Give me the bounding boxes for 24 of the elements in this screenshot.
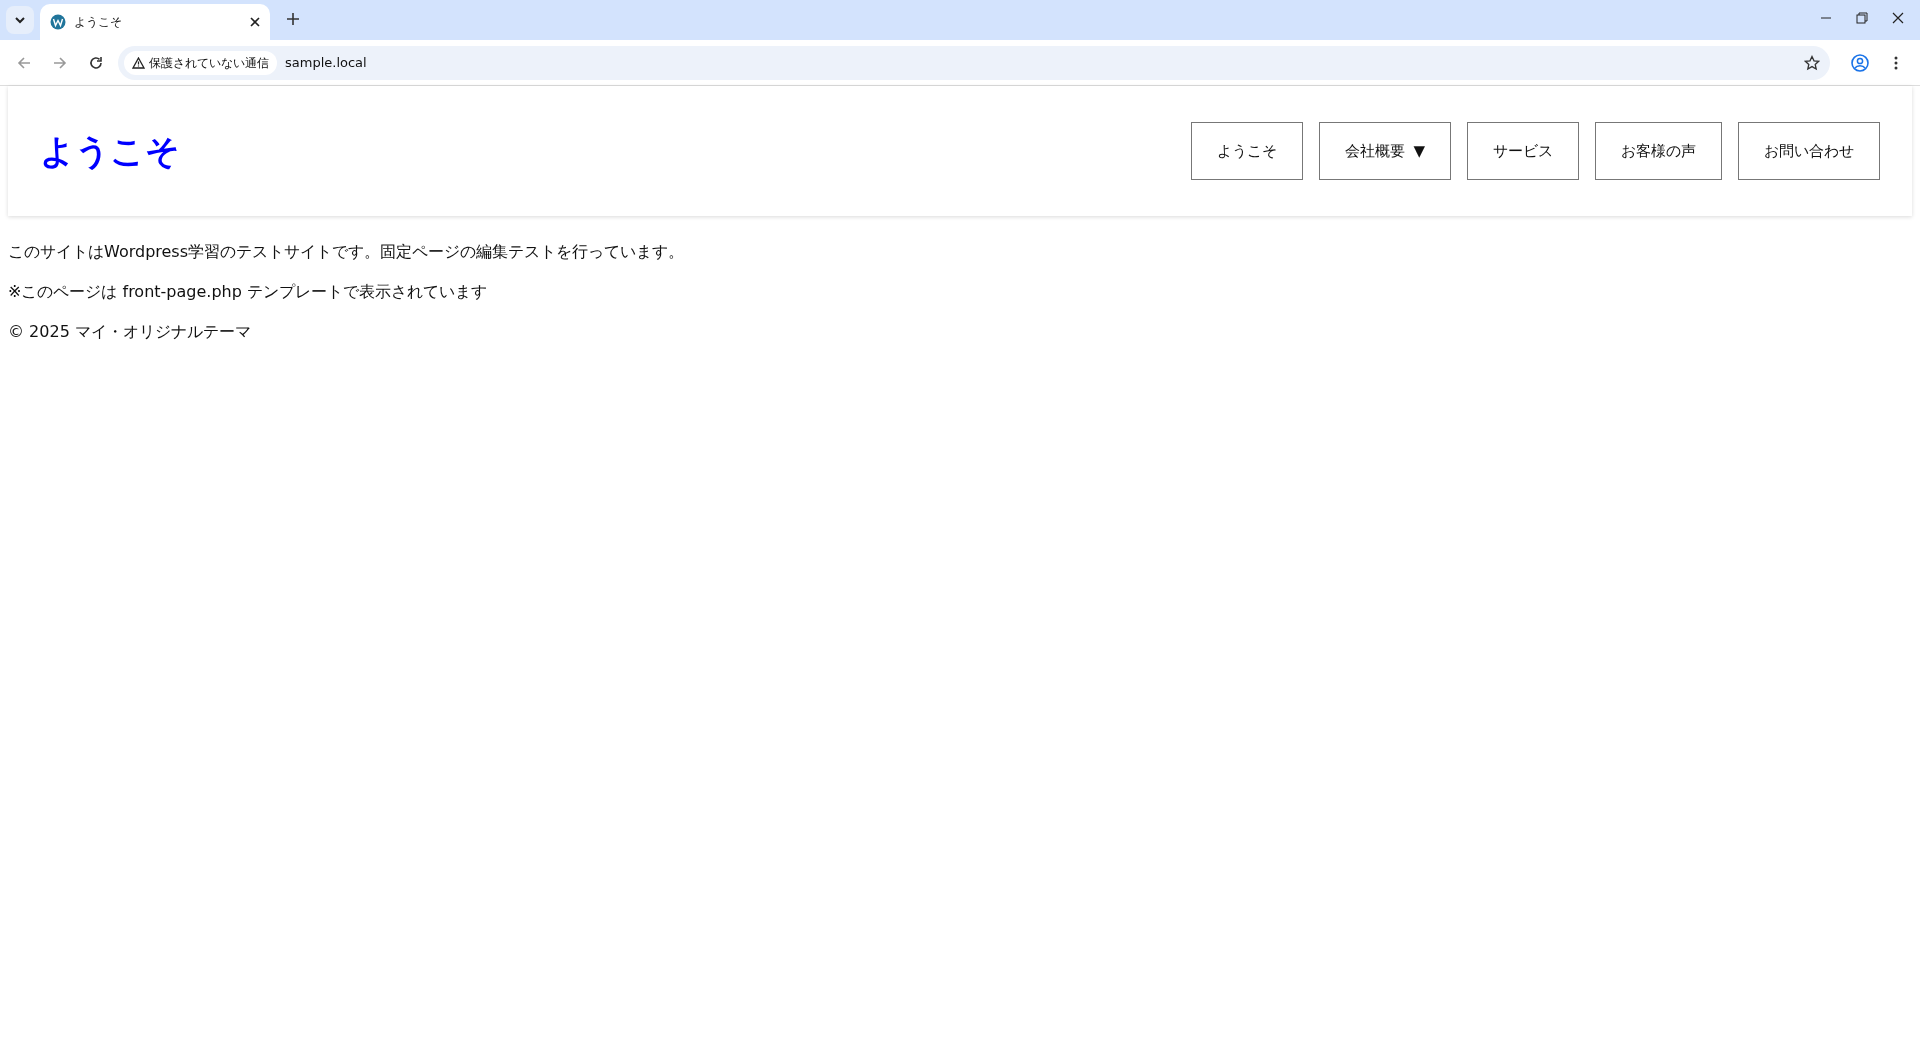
url-text: sample.local [285, 53, 368, 72]
copyright-text: © 2025 マイ・オリジナルテーマ [8, 321, 252, 343]
restore-icon[interactable] [1856, 12, 1868, 24]
new-tab-icon[interactable] [286, 12, 300, 26]
chevron-down-icon [14, 16, 26, 24]
site-title[interactable]: ようこそ [40, 130, 180, 172]
body-text: このサイトはWordpress学習のテストサイトです。固定ページの編集テストを行っています。 [8, 241, 686, 263]
tab-list-button[interactable] [6, 6, 34, 34]
star-icon[interactable] [1804, 54, 1820, 71]
nav-button[interactable]: サービス [1467, 122, 1579, 180]
body-text: ※このページは front-page.php テンプレートで表示されています [8, 281, 488, 303]
security-chip[interactable]: 保護されていない通信 [124, 50, 277, 75]
tab-title: ようこそ [74, 14, 123, 31]
nav-button[interactable]: お問い合わせ [1738, 122, 1880, 180]
caret-icon: ▼ [1413, 139, 1425, 163]
nav-button[interactable]: お客様の声 [1595, 122, 1722, 180]
close-icon[interactable] [1892, 12, 1904, 24]
wordpress-logo-icon [50, 14, 66, 30]
warning-icon [132, 56, 145, 69]
browser-tab[interactable]: ようこそ [40, 4, 270, 40]
nav-button[interactable]: ようこそ [1191, 122, 1304, 180]
nav-button[interactable]: 会社概要 ▼ [1319, 122, 1451, 180]
close-icon[interactable] [250, 17, 260, 27]
address-bar[interactable]: 保護されていない通信 sample.local [118, 45, 1830, 80]
